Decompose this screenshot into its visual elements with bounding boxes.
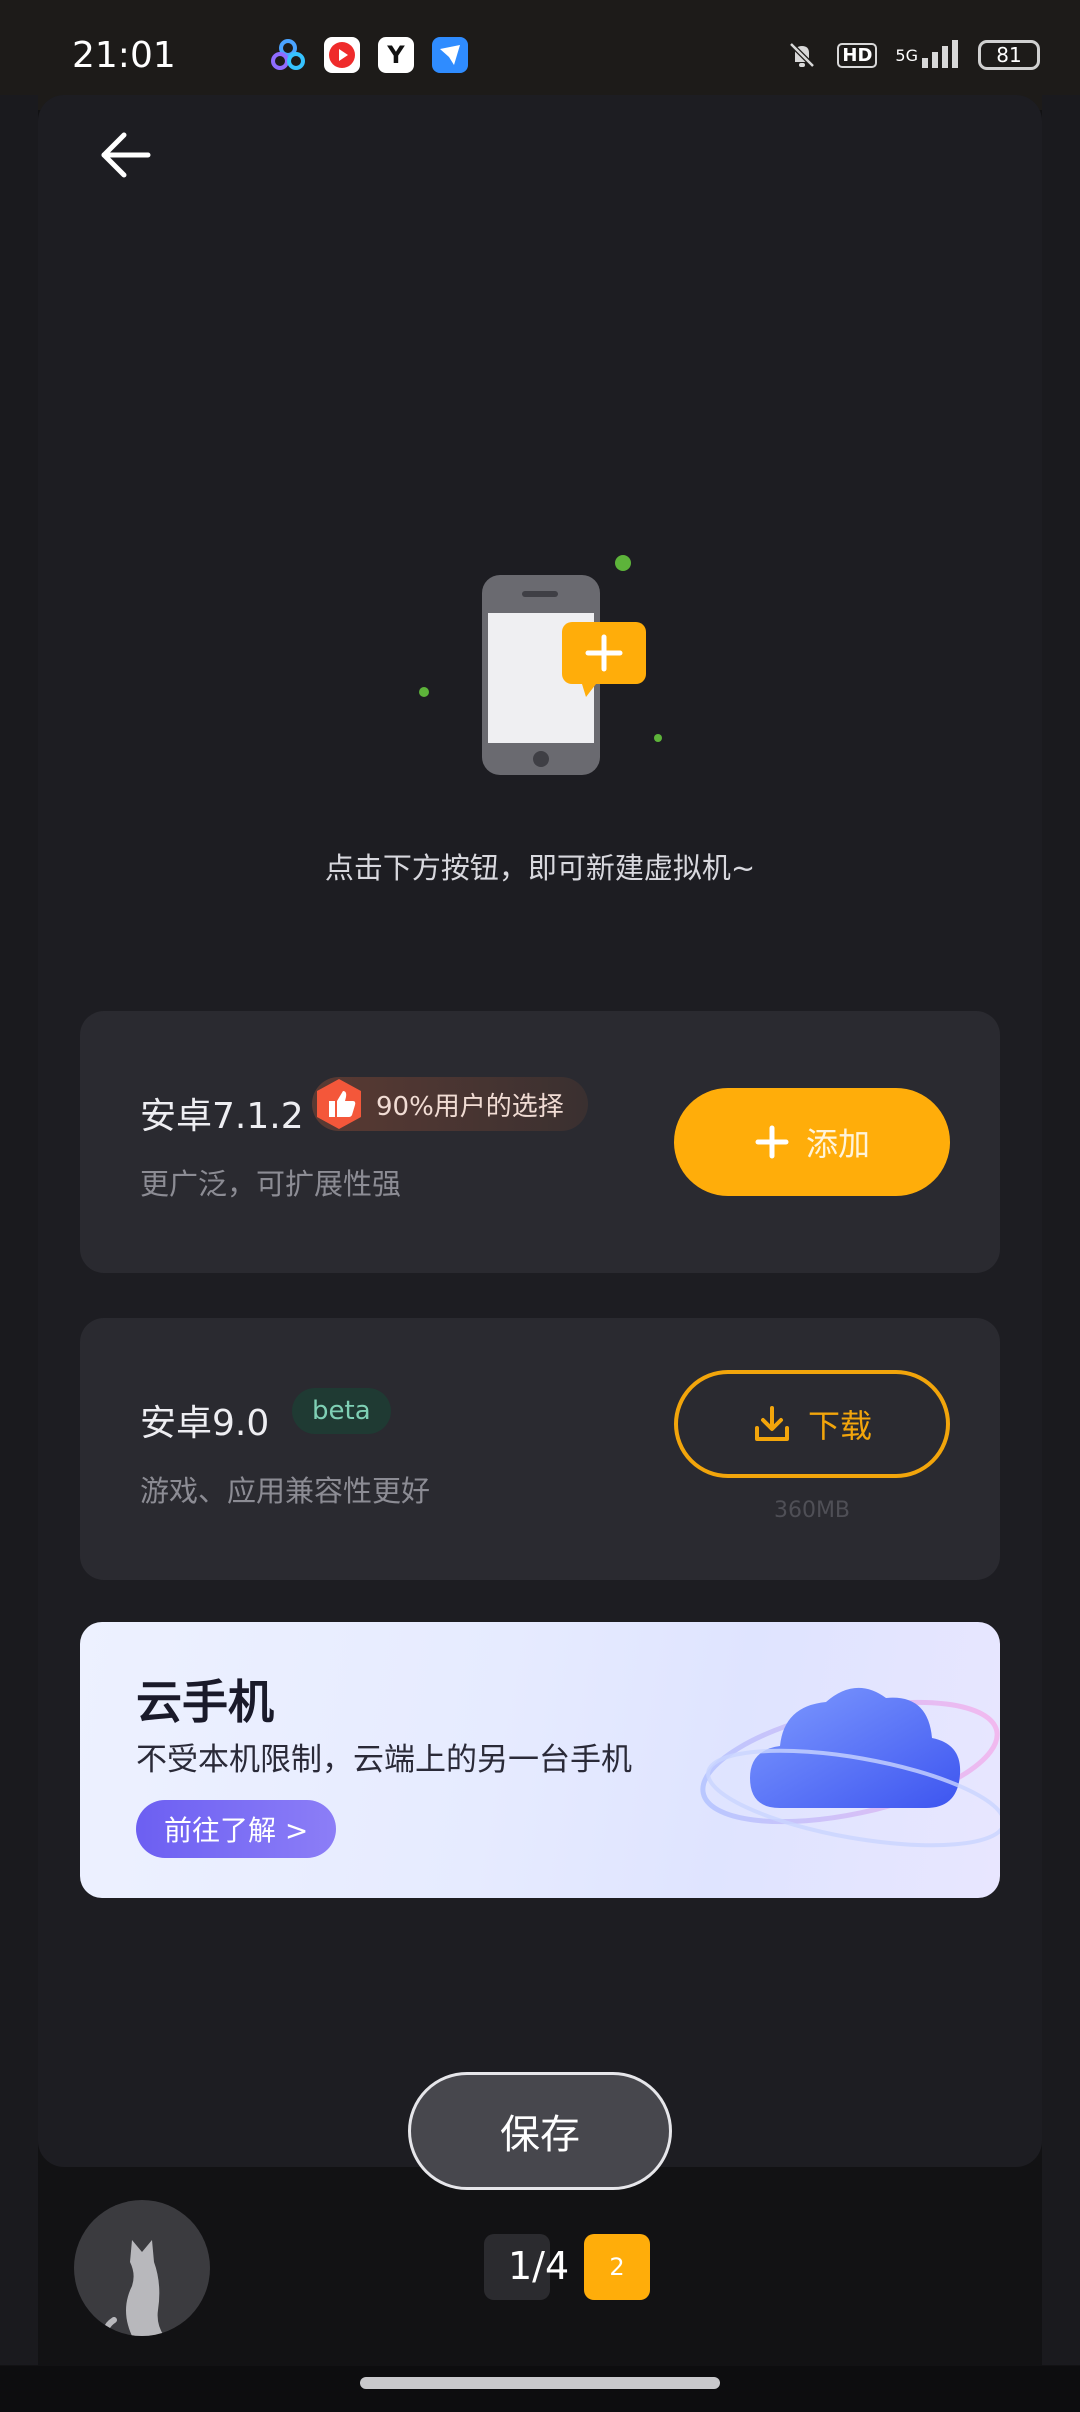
status-bar: 21:01 Y HD 5G 81: [0, 0, 1080, 110]
cluster-app-icon: [270, 37, 306, 73]
download-button-label: 下载: [807, 1407, 872, 1445]
option-card-android-7: 安卓7.1.2 90%用户的选择 更广泛，可扩展性强 添加: [80, 1011, 1000, 1273]
learn-more-button[interactable]: 前往了解 >: [136, 1800, 337, 1858]
hd-icon: HD: [837, 42, 878, 68]
hd-label: HD: [837, 42, 878, 68]
back-button[interactable]: [96, 125, 156, 185]
save-button[interactable]: 保存: [408, 2072, 672, 2190]
option-title: 安卓7.1.2: [140, 1096, 304, 1137]
popular-badge-label: 90%用户的选择: [376, 1091, 564, 1122]
page-thumb-2[interactable]: 2: [584, 2234, 650, 2300]
navigation-bar: [0, 2366, 1080, 2412]
page-counter: 1/4: [508, 2244, 570, 2288]
y-app-icon: Y: [378, 37, 414, 73]
empty-state-illustration: [410, 545, 670, 785]
left-edge: [0, 95, 38, 2365]
mute-icon: [785, 38, 819, 72]
option-title: 安卓9.0: [140, 1403, 270, 1444]
cloud-banner-subtitle: 不受本机限制，云端上的另一台手机: [136, 1742, 632, 1778]
option-card-android-9: 安卓9.0 beta 游戏、应用兼容性更好 下载 360MB: [80, 1318, 1000, 1580]
cat-avatar[interactable]: [74, 2200, 210, 2336]
cloud-phone-banner[interactable]: 云手机 不受本机限制，云端上的另一台手机 前往了解 >: [80, 1622, 1000, 1898]
download-button[interactable]: 下载: [674, 1370, 950, 1478]
screen: 21:01 Y HD 5G 81 点击下方按钮，即可新建虚拟机~ 安卓7.1.2…: [0, 0, 1080, 2412]
download-size: 360MB: [773, 1498, 851, 1523]
home-indicator[interactable]: [360, 2377, 720, 2389]
download-icon: [754, 1406, 789, 1441]
5g-signal-icon: 5G: [895, 40, 960, 70]
page-thumb-2-label: 2: [609, 2253, 625, 2281]
option-description: 游戏、应用兼容性更好: [140, 1474, 431, 1508]
mail-app-icon: [432, 37, 468, 73]
plus-icon: [755, 1125, 789, 1159]
cloud-banner-title: 云手机: [136, 1675, 274, 1729]
option-description: 更广泛，可扩展性强: [140, 1167, 402, 1201]
status-right: HD 5G 81: [785, 38, 1040, 72]
arrow-left-icon: [101, 132, 151, 178]
empty-state-hint: 点击下方按钮，即可新建虚拟机~: [324, 851, 756, 885]
network-label: 5G: [895, 45, 918, 65]
add-button[interactable]: 添加: [674, 1088, 950, 1196]
battery-indicator: 81: [978, 40, 1040, 70]
popular-badge: 90%用户的选择: [312, 1077, 588, 1131]
thumbs-up-icon: [317, 1079, 361, 1129]
status-time: 21:01: [72, 34, 176, 76]
right-edge: [1042, 95, 1080, 2365]
cloud-icon: [700, 1687, 1000, 1848]
add-button-label: 添加: [805, 1125, 870, 1163]
video-app-icon: [324, 37, 360, 73]
status-app-icons: Y: [270, 37, 468, 73]
cat-icon: [103, 2240, 164, 2336]
beta-badge: beta: [292, 1388, 391, 1434]
